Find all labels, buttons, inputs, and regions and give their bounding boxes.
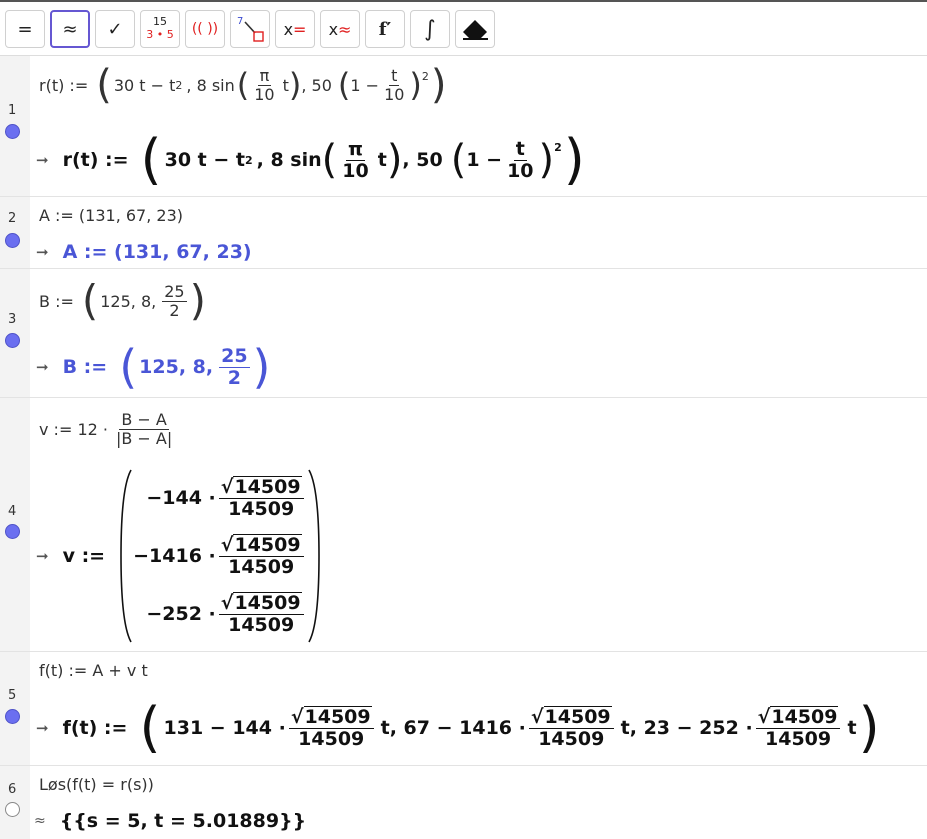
- integral-icon: ∫: [424, 16, 436, 42]
- output-arrow-icon: ➞: [36, 358, 49, 376]
- row-input[interactable]: v := 12 · B − A |B − A|: [39, 402, 177, 456]
- delete-button[interactable]: [455, 10, 495, 48]
- derivative-icon: f′: [378, 18, 392, 40]
- evaluate-exact-button[interactable]: =: [5, 10, 45, 48]
- row-output: ➞ v := −144 · √14509 14509 −1416 · √14509 14…: [36, 466, 321, 646]
- row-visibility-toggle[interactable]: [5, 124, 20, 139]
- output-arrow-icon: ➞: [36, 151, 49, 169]
- vector-component-x: −144 · √14509 14509: [146, 469, 306, 527]
- output-arrow-icon: ➞: [36, 547, 49, 565]
- row-number: 3: [8, 312, 17, 327]
- row-output: ➞ r(t) := ( 30 t − t2 , 8 sin ( π 10 t ) …: [36, 128, 585, 191]
- row-input[interactable]: r(t) := ( 30 t − t2 , 8 sin ( π 10 t ) , …: [39, 62, 447, 108]
- vector-matrix: −144 · √14509 14509 −1416 · √14509 14509 −25…: [119, 468, 320, 644]
- approx-output-icon: ≈: [34, 813, 46, 829]
- row-output: ➞ B := ( 125, 8, 25 2 ): [36, 340, 271, 394]
- row-visibility-toggle[interactable]: [5, 524, 20, 539]
- row-number: 4: [8, 504, 17, 519]
- row-visibility-toggle[interactable]: [5, 709, 20, 724]
- row-number: 5: [8, 688, 17, 703]
- output-arrow-icon: ➞: [36, 243, 49, 261]
- cas-row-4[interactable]: 4 v := 12 · B − A |B − A| ➞ v := −144 · √1…: [0, 398, 927, 652]
- row-visibility-toggle[interactable]: [5, 333, 20, 348]
- cas-row-6[interactable]: 6 Løs(f(t) = r(s)) ≈ {{s = 5, t = 5.0188…: [0, 766, 927, 839]
- row-output: ≈ {{s = 5, t = 5.01889}}: [34, 810, 307, 832]
- keep-input-button[interactable]: ✓: [95, 10, 135, 48]
- expand-icon: (( )): [191, 21, 219, 37]
- row-visibility-toggle[interactable]: [5, 233, 20, 248]
- output-arrow-icon: ➞: [36, 719, 49, 737]
- solve-icon: x: [283, 19, 294, 39]
- cas-row-2[interactable]: 2 A := (131, 67, 23) ➞ A := (131, 67, 23…: [0, 197, 927, 269]
- solve-numerically-button[interactable]: x ≈: [320, 10, 360, 48]
- row-output: ➞ A := (131, 67, 23): [36, 241, 252, 263]
- cas-toolbar: = ≈ ✓ 15 3 • 5 (( )) 7 x = x ≈ f′ ∫: [0, 0, 927, 56]
- row-number: 1: [8, 103, 17, 118]
- cas-row-1[interactable]: 1 r(t) := ( 30 t − t2 , 8 sin ( π 10 t ) …: [0, 56, 927, 197]
- row-input[interactable]: Løs(f(t) = r(s)): [39, 772, 154, 796]
- row-output: ➞ f(t) := ( 131 − 144 · √14509 14509 t , …: [36, 696, 880, 759]
- row-number: 2: [8, 211, 17, 226]
- approx-icon: ≈: [62, 18, 78, 40]
- eraser-icon: [463, 20, 488, 40]
- row-input[interactable]: f(t) := A + v t: [39, 658, 148, 682]
- row-input[interactable]: A := (131, 67, 23): [39, 203, 183, 227]
- solve-button[interactable]: x =: [275, 10, 315, 48]
- row-visibility-toggle[interactable]: [5, 802, 20, 817]
- vector-component-z: −252 · √14509 14509: [146, 585, 306, 643]
- row-number: 6: [8, 782, 17, 797]
- row-input[interactable]: B := ( 125, 8, 25 2 ): [39, 275, 206, 327]
- factor-button[interactable]: 15 3 • 5: [140, 10, 180, 48]
- expand-button[interactable]: (( )): [185, 10, 225, 48]
- evaluate-numeric-button[interactable]: ≈: [50, 10, 90, 48]
- nsolve-icon: x: [328, 19, 339, 39]
- substitute-button[interactable]: 7: [230, 10, 270, 48]
- substitute-icon: 7: [237, 16, 264, 42]
- svg-text:7: 7: [237, 16, 243, 27]
- derivative-button[interactable]: f′: [365, 10, 405, 48]
- cas-row-5[interactable]: 5 f(t) := A + v t ➞ f(t) := ( 131 − 144 …: [0, 652, 927, 766]
- cas-row-3[interactable]: 3 B := ( 125, 8, 25 2 ) ➞ B := ( 125, 8, …: [0, 269, 927, 398]
- check-icon: ✓: [107, 18, 123, 40]
- integral-button[interactable]: ∫: [410, 10, 450, 48]
- equals-icon: =: [17, 18, 33, 40]
- vector-component-y: −1416 · √14509 14509: [133, 527, 306, 585]
